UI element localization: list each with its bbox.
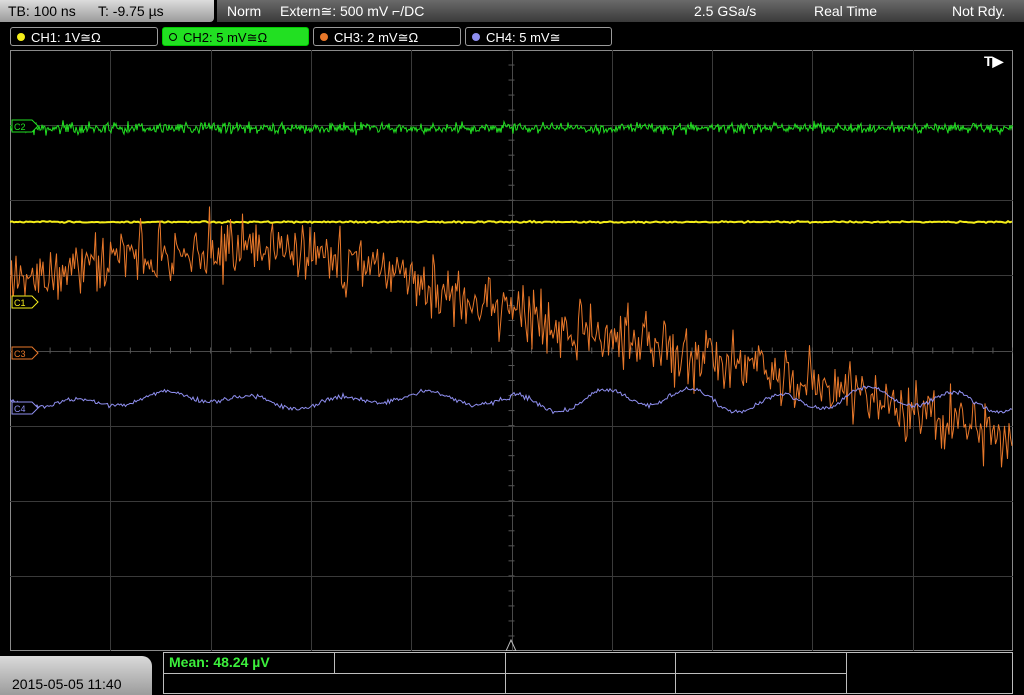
measurement-cell [676,674,847,694]
channel-tab-ch3[interactable]: CH3: 2 mV≅Ω [313,27,461,46]
waveform-display[interactable]: C2 C1 C3 C4 T▶ [10,50,1013,651]
channel-label: CH4: 5 mV≅ [486,30,561,45]
channel-tab-ch1[interactable]: CH1: 1V≅Ω [10,27,158,46]
measurement-cell [335,653,506,674]
channel-tab-ch2[interactable]: CH2: 5 mV≅Ω [162,27,309,46]
measurement-cell [506,674,676,694]
mean-measurement: Mean: 48.24 µV [169,654,270,670]
trigger-source: Extern≅: 500 mV ⌐/DC [280,3,425,19]
measurement-cell [506,653,676,674]
trigger-position-marker[interactable]: T▶ [984,53,1005,69]
trigger-status: Not Rdy. [952,3,1006,19]
channel-color-dot [320,33,328,41]
marker-label: C3 [14,349,26,359]
channel-label: CH3: 2 mV≅Ω [334,30,419,45]
measurement-cell [676,653,847,674]
timebase-panel[interactable]: TB: 100 ns T: -9.75 µs [0,0,214,22]
sample-rate: 2.5 GSa/s [694,3,757,19]
channel-tab-ch4[interactable]: CH4: 5 mV≅ [465,27,612,46]
ch1-level-marker[interactable]: C1 [11,295,39,309]
datetime-value: 2015-05-05 11:40 [12,676,122,692]
ch2-level-marker[interactable]: C2 [11,119,39,133]
footer: 2015-05-05 11:40 Mean: 48.24 µV [0,652,1024,695]
trigger-mode: Norm [227,3,262,19]
timebase-value: TB: 100 ns [8,3,76,19]
marker-label: C4 [14,404,26,414]
trigger-time-value: T: -9.75 µs [98,3,164,19]
channel-color-dot [472,33,480,41]
status-bar: TB: 100 ns T: -9.75 µs Norm Extern≅: 500… [0,0,1024,25]
ch4-level-marker[interactable]: C4 [11,401,39,415]
marker-label: C1 [14,298,26,308]
channel-label: CH2: 5 mV≅Ω [183,30,268,45]
measurement-panel[interactable]: Mean: 48.24 µV [163,652,1013,694]
measurement-cell [164,674,506,694]
channel-color-dot [169,33,177,41]
channel-label: CH1: 1V≅Ω [31,30,101,45]
channel-bar: CH1: 1V≅Ω CH2: 5 mV≅Ω CH3: 2 mV≅Ω CH4: 5… [0,27,1024,47]
marker-label: C2 [14,122,26,132]
acquisition-mode: Real Time [814,3,878,19]
trigger-panel[interactable]: Norm Extern≅: 500 mV ⌐/DC 2.5 GSa/s Real… [217,0,1024,22]
datetime-panel: 2015-05-05 11:40 [0,656,152,695]
ch3-level-marker[interactable]: C3 [11,346,39,360]
channel-color-dot [17,33,25,41]
